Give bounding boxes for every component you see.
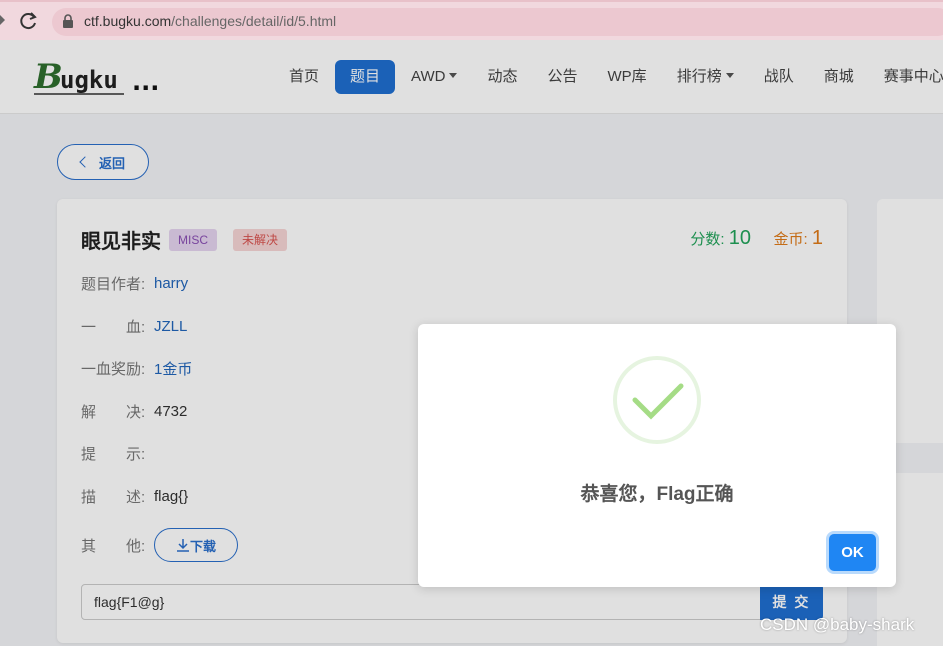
success-check-icon: [613, 356, 701, 444]
reload-icon[interactable]: [18, 10, 40, 32]
dialog-message: 恭喜您，Flag正确: [580, 484, 734, 505]
ok-button[interactable]: OK: [829, 534, 876, 571]
success-dialog: 恭喜您，Flag正确 OK: [418, 324, 896, 587]
browser-address-bar: ctf.bugku.com/challenges/detail/id/5.htm…: [0, 0, 943, 40]
url-text[interactable]: ctf.bugku.com/challenges/detail/id/5.htm…: [84, 13, 336, 29]
lock-icon: [63, 14, 73, 28]
back-arrow-icon[interactable]: [0, 15, 5, 25]
watermark: CSDN @baby-shark: [760, 615, 915, 634]
